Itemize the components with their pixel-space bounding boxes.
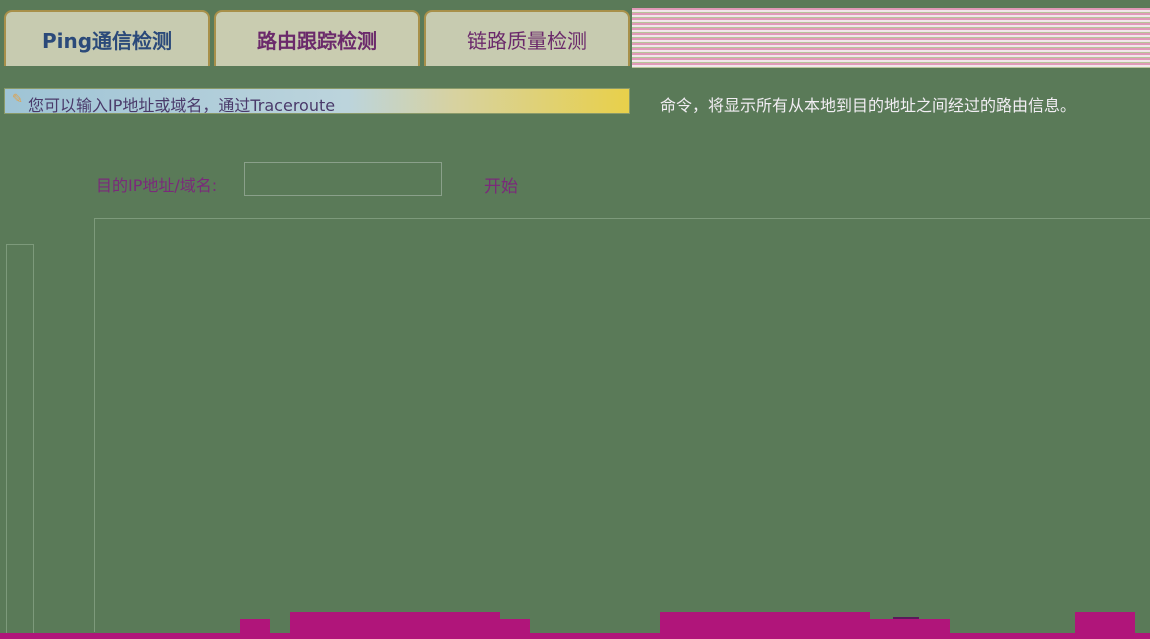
results-area — [94, 218, 1150, 632]
ip-address-label: 目的IP地址/域名: — [96, 176, 218, 195]
start-button[interactable]: 开始 — [484, 172, 518, 197]
bottom-bar — [0, 612, 1150, 639]
tab-ping-label: Ping通信检测 — [41, 28, 173, 53]
tab-traceroute-label: 路由跟踪检测 — [257, 28, 377, 53]
info-icon: ✎ — [12, 92, 23, 107]
ip-address-input[interactable] — [244, 162, 442, 196]
tip-text: 您可以输入IP地址或域名，通过Traceroute — [28, 96, 336, 115]
side-panel — [6, 244, 34, 636]
tab-link-quality[interactable]: 链路质量检测 — [424, 10, 630, 66]
tab-ping[interactable]: Ping通信检测 — [4, 10, 210, 66]
tip-text-continued: 命令，将显示所有从本地到目的地址之间经过的路由信息。 — [660, 96, 1077, 115]
tab-bar: Ping通信检测 路由跟踪检测 链路质量检测 — [0, 0, 1150, 68]
decorative-stripes — [632, 8, 1150, 68]
tab-link-quality-label: 链路质量检测 — [467, 28, 587, 53]
tab-traceroute[interactable]: 路由跟踪检测 — [214, 10, 420, 66]
